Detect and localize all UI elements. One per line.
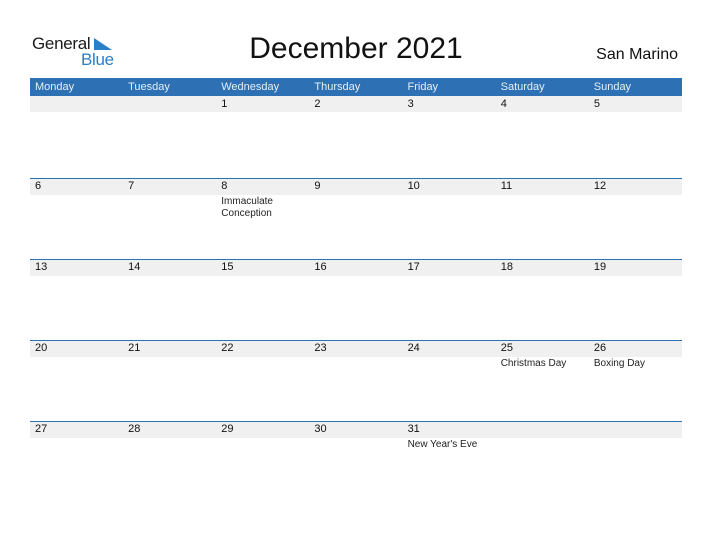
calendar-week: 1 2 3 4 5	[30, 96, 682, 176]
day-number: 18	[500, 261, 513, 273]
day-number: 16	[314, 261, 327, 273]
day-cell: 1	[216, 96, 309, 176]
day-cell: 14	[123, 259, 216, 339]
holiday-label: Immaculate Conception	[221, 196, 273, 219]
day-number: 13	[35, 261, 48, 273]
day-number: 1	[221, 98, 228, 110]
day-cell: 15	[216, 259, 309, 339]
day-cell: 3	[403, 96, 496, 176]
day-cell: 24	[403, 340, 496, 420]
day-cell: 5	[589, 96, 682, 176]
day-cell: 31 New Year's Eve	[403, 421, 496, 501]
weekday-wednesday: Wednesday	[221, 81, 280, 93]
day-cell: 29	[216, 421, 309, 501]
day-number: 30	[314, 423, 327, 435]
weekday-sunday: Sunday	[593, 81, 632, 93]
day-cell	[589, 421, 682, 501]
day-number: 20	[35, 342, 48, 354]
day-cell: 11	[496, 178, 589, 258]
day-number: 28	[128, 423, 141, 435]
day-number: 23	[314, 342, 327, 354]
day-number: 11	[500, 180, 513, 192]
day-number: 22	[221, 342, 234, 354]
day-cell: 9	[309, 178, 402, 258]
day-number: 7	[128, 180, 135, 192]
day-number: 4	[500, 98, 507, 110]
day-number: 10	[407, 180, 420, 192]
holiday-label: New Year's Eve	[407, 439, 478, 450]
day-cell: 12	[589, 178, 682, 258]
day-cell: 28	[123, 421, 216, 501]
day-cell	[30, 96, 123, 176]
day-cell	[123, 96, 216, 176]
day-number: 15	[221, 261, 234, 273]
day-cell: 19	[589, 259, 682, 339]
weekday-friday: Friday	[407, 81, 439, 93]
day-cell: 17	[403, 259, 496, 339]
day-number: 12	[593, 180, 607, 192]
day-cell: 30	[309, 421, 402, 501]
day-cell: 13	[30, 259, 123, 339]
day-number: 24	[407, 342, 420, 354]
country-label: San Marino	[596, 46, 678, 63]
day-number: 8	[221, 180, 228, 192]
day-number: 3	[407, 98, 414, 110]
calendar-week: 6 7 8 Immaculate Conception 9 10 11 12	[30, 178, 682, 258]
day-number: 21	[128, 342, 141, 354]
day-cell: 20	[30, 340, 123, 420]
day-cell: 25 Christmas Day	[496, 340, 589, 420]
day-number: 17	[407, 261, 420, 273]
day-number: 2	[314, 98, 321, 110]
day-cell: 10	[403, 178, 496, 258]
day-number: 14	[128, 261, 141, 273]
day-number: 19	[593, 261, 607, 273]
day-cell: 22	[216, 340, 309, 420]
weekday-thursday: Thursday	[314, 81, 361, 93]
weekday-tuesday: Tuesday	[128, 81, 170, 93]
day-cell: 16	[309, 259, 402, 339]
day-cell: 8 Immaculate Conception	[216, 178, 309, 258]
holiday-label: Boxing Day	[593, 358, 645, 369]
calendar-week: 27 28 29 30 31 New Year's Eve	[30, 421, 682, 501]
day-cell: 26 Boxing Day	[589, 340, 682, 420]
day-number: 6	[35, 180, 42, 192]
holiday-label: Christmas Day	[500, 358, 567, 369]
day-number: 25	[500, 342, 513, 354]
weekday-monday: Monday	[35, 81, 75, 93]
calendar-week: 20 21 22 23 24 25 Christmas Day 26 Boxing Day	[30, 340, 682, 420]
day-number: 31	[407, 423, 420, 435]
day-cell: 6	[30, 178, 123, 258]
day-cell	[496, 421, 589, 501]
day-number: 26	[593, 342, 607, 354]
day-number: 9	[314, 180, 321, 192]
day-cell: 23	[309, 340, 402, 420]
day-cell: 18	[496, 259, 589, 339]
weekday-header: Monday Tuesday Wednesday Thursday Friday…	[30, 78, 682, 96]
calendar-week: 13 14 15 16 17 18 19	[30, 259, 682, 339]
day-cell: 2	[309, 96, 402, 176]
day-cell: 7	[123, 178, 216, 258]
day-number: 29	[221, 423, 234, 435]
weekday-saturday: Saturday	[500, 81, 545, 93]
day-cell: 21	[123, 340, 216, 420]
day-number: 5	[593, 98, 600, 110]
day-number: 27	[35, 423, 48, 435]
day-cell: 4	[496, 96, 589, 176]
day-cell: 27	[30, 421, 123, 501]
